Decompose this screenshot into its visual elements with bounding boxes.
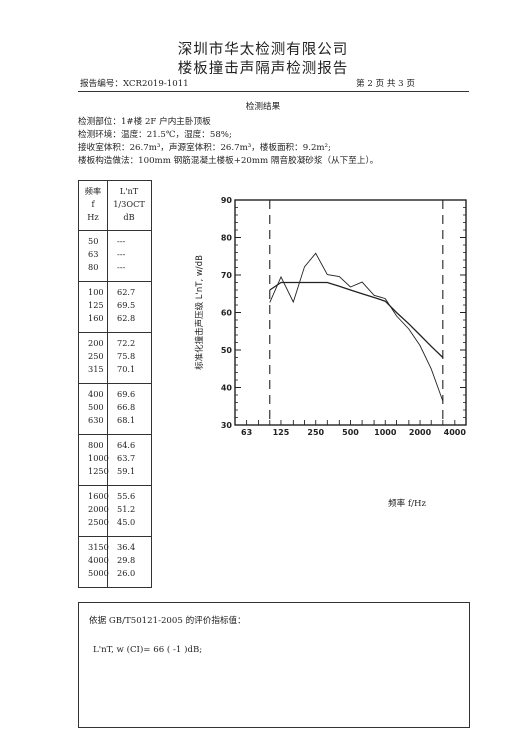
results-table: 频率 f Hz L'nT 1/3OCT dB 50 --- 63 --- 80 --- 10… <box>78 180 152 588</box>
table-header-level-3: dB <box>123 212 135 222</box>
impact-sound-chart: 30 40 50 60 70 80 90 63 125 250 500 1000 2000 4000 标准化… <box>194 196 467 437</box>
table-cell-level: --- <box>117 249 126 260</box>
y-axis-label: 标准化撞击声压级 L'nT, w/dB <box>194 255 205 370</box>
test-environment: 检测环境：温度：21.5℃，湿度：58%; <box>78 130 232 140</box>
evaluation-result: L'nT, w (CI)= 66 ( -1 )dB; <box>93 645 203 655</box>
x-tick-label: 2000 <box>409 428 432 437</box>
x-tick-label: 4000 <box>444 428 467 437</box>
table-cell-frequency: 1600 <box>88 491 109 501</box>
table-group-divider <box>79 536 151 537</box>
table-cell-frequency: 630 <box>88 415 104 426</box>
x-tick-label: 125 <box>273 428 290 437</box>
table-cell-frequency: 800 <box>88 440 104 450</box>
table-cell-level: 51.2 <box>117 504 136 515</box>
evaluation-label: 依据 GB/T50121-2005 的评价指标值： <box>89 616 246 626</box>
table-cell-frequency: 400 <box>88 389 104 399</box>
table-group-divider <box>79 434 151 435</box>
table-cell-level: 69.6 <box>117 389 136 399</box>
table-cell-frequency: 4000 <box>88 555 109 566</box>
table-cell-frequency: 2000 <box>88 504 109 515</box>
table-group-divider <box>79 485 151 486</box>
company-name: 深圳市华太检测有限公司 <box>177 42 349 58</box>
x-tick-label: 250 <box>307 428 324 437</box>
table-cell-level: 72.2 <box>117 338 136 348</box>
table-cell-frequency: 250 <box>88 351 104 362</box>
table-cell-frequency: 80 <box>88 262 99 273</box>
table-group-divider <box>79 383 151 384</box>
table-cell-level: 63.7 <box>117 453 136 464</box>
table-cell-level: 64.6 <box>117 440 136 450</box>
table-cell-frequency: 160 <box>88 313 104 324</box>
table-header-freq-3: Hz <box>87 212 99 222</box>
x-axis-label: 频率 f/Hz <box>388 499 427 509</box>
table-cell-level: 62.8 <box>117 313 136 324</box>
x-tick-label: 1000 <box>374 428 397 437</box>
x-tick-label: 63 <box>241 428 252 437</box>
report-title: 楼板撞击声隔声检测报告 <box>177 61 349 77</box>
y-tick-label: 50 <box>221 346 233 355</box>
table-cell-frequency: 200 <box>88 338 104 348</box>
report-number: 报告编号：XCR2019-1011 <box>80 79 189 89</box>
table-cell-level: 26.0 <box>117 568 136 579</box>
y-tick-label: 80 <box>221 234 233 243</box>
y-tick-label: 90 <box>221 196 233 205</box>
table-cell-frequency: 100 <box>88 287 104 297</box>
table-header-divider <box>79 230 151 231</box>
y-tick-label: 60 <box>221 309 233 318</box>
room-volumes: 接收室体积：26.7m³，声源室体积：26.7m³，楼板面积：9.2m²; <box>78 143 331 153</box>
y-tick-label: 40 <box>221 384 233 393</box>
table-cell-level: 69.5 <box>117 300 136 311</box>
floor-construction: 楼板构造做法：100mm 钢筋混凝土楼板+20mm 隔音胶凝砂浆（从下至上）。 <box>78 156 379 166</box>
table-cell-level: 62.7 <box>117 287 136 297</box>
table-cell-frequency: 2500 <box>88 517 109 528</box>
table-cell-level: 36.4 <box>117 542 136 552</box>
table-group-divider <box>79 332 151 333</box>
table-cell-frequency: 125 <box>88 300 104 311</box>
table-cell-level: --- <box>117 236 126 246</box>
table-cell-frequency: 50 <box>88 236 99 246</box>
table-cell-frequency: 1000 <box>88 453 109 464</box>
table-cell-frequency: 3150 <box>88 542 109 552</box>
page-info: 第 2 页 共 3 页 <box>356 79 415 89</box>
evaluation-box: 依据 GB/T50121-2005 的评价指标值： L'nT, w (CI)= … <box>78 602 470 728</box>
table-cell-level: 59.1 <box>117 466 136 477</box>
y-tick-label: 70 <box>221 271 233 280</box>
table-cell-frequency: 1250 <box>88 466 109 477</box>
table-cell-level: --- <box>117 262 126 273</box>
table-cell-level: 29.8 <box>117 555 136 566</box>
table-cell-level: 55.6 <box>117 491 136 501</box>
table-header-level-1: L'nT <box>119 186 139 196</box>
y-tick-label: 30 <box>221 421 233 430</box>
table-cell-level: 66.8 <box>117 402 136 413</box>
table-cell-frequency: 63 <box>88 249 99 260</box>
measured-curve <box>269 252 444 402</box>
table-cell-level: 68.1 <box>117 415 136 426</box>
table-cell-frequency: 5000 <box>88 568 109 579</box>
table-cell-frequency: 315 <box>88 364 104 375</box>
header-divider <box>78 91 469 92</box>
x-tick-label: 500 <box>342 428 359 437</box>
table-header-freq-2: f <box>91 199 95 209</box>
table-cell-level: 45.0 <box>117 517 136 528</box>
test-location: 检测部位：1#楼 2F 户内主卧顶板 <box>78 117 211 127</box>
table-group-divider <box>79 281 151 282</box>
table-cell-frequency: 500 <box>88 402 104 413</box>
table-cell-level: 70.1 <box>117 364 136 375</box>
section-title: 检测结果 <box>245 102 281 112</box>
table-header-level-2: 1/3OCT <box>113 199 145 209</box>
table-header-freq-1: 频率 <box>84 186 102 196</box>
table-cell-level: 75.8 <box>117 351 136 362</box>
